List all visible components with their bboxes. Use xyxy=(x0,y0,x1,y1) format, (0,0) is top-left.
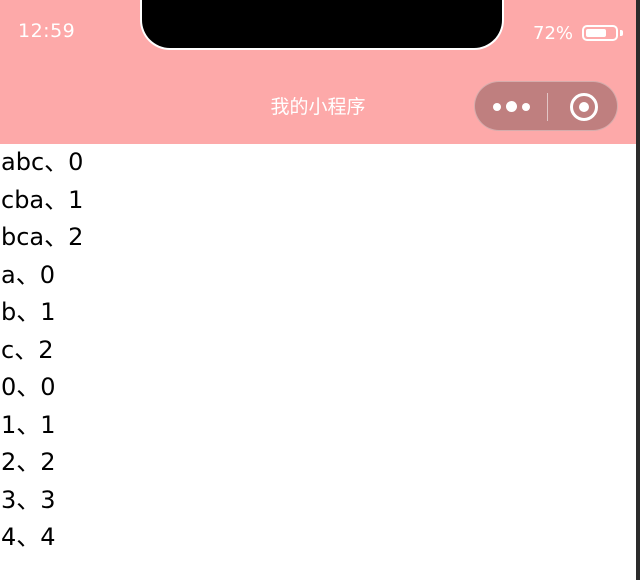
list-item: 2、2 xyxy=(1,448,56,476)
device-notch xyxy=(140,0,504,50)
list-item: c、2 xyxy=(1,335,54,364)
app-header: 12:59 72% 我的小程序 xyxy=(0,0,636,144)
list-item: abc、0 xyxy=(1,148,84,176)
status-bar: 12:59 72% xyxy=(0,0,636,68)
status-time: 12:59 xyxy=(18,20,76,42)
list-item: 4、4 xyxy=(1,523,56,551)
list-item: a、0 xyxy=(1,260,55,289)
battery-icon xyxy=(582,25,618,41)
list-item: b、1 xyxy=(1,298,56,326)
list-item: bca、2 xyxy=(1,223,84,251)
close-target-icon[interactable] xyxy=(570,93,598,121)
battery-percent: 72% xyxy=(533,23,574,44)
list-item: cba、1 xyxy=(1,185,84,214)
battery-level-fill xyxy=(586,29,606,37)
list-item: 3、3 xyxy=(1,485,56,514)
screen-edge xyxy=(636,0,640,580)
menu-dot xyxy=(506,101,517,112)
menu-dot xyxy=(522,103,530,111)
capsule-divider xyxy=(547,93,548,121)
more-dots-icon[interactable] xyxy=(493,100,533,114)
menu-dot xyxy=(493,103,501,111)
list-item: 1、1 xyxy=(1,410,56,439)
phone-screen: 12:59 72% 我的小程序 abc、0 cba、1 bca、2 a、0 b、… xyxy=(0,0,640,580)
mini-program-capsule xyxy=(474,81,618,131)
list-item: 0、0 xyxy=(1,373,56,401)
text-list: abc、0 cba、1 bca、2 a、0 b、1 c、2 0、0 1、1 2、… xyxy=(1,144,83,557)
battery-tip xyxy=(620,30,623,36)
